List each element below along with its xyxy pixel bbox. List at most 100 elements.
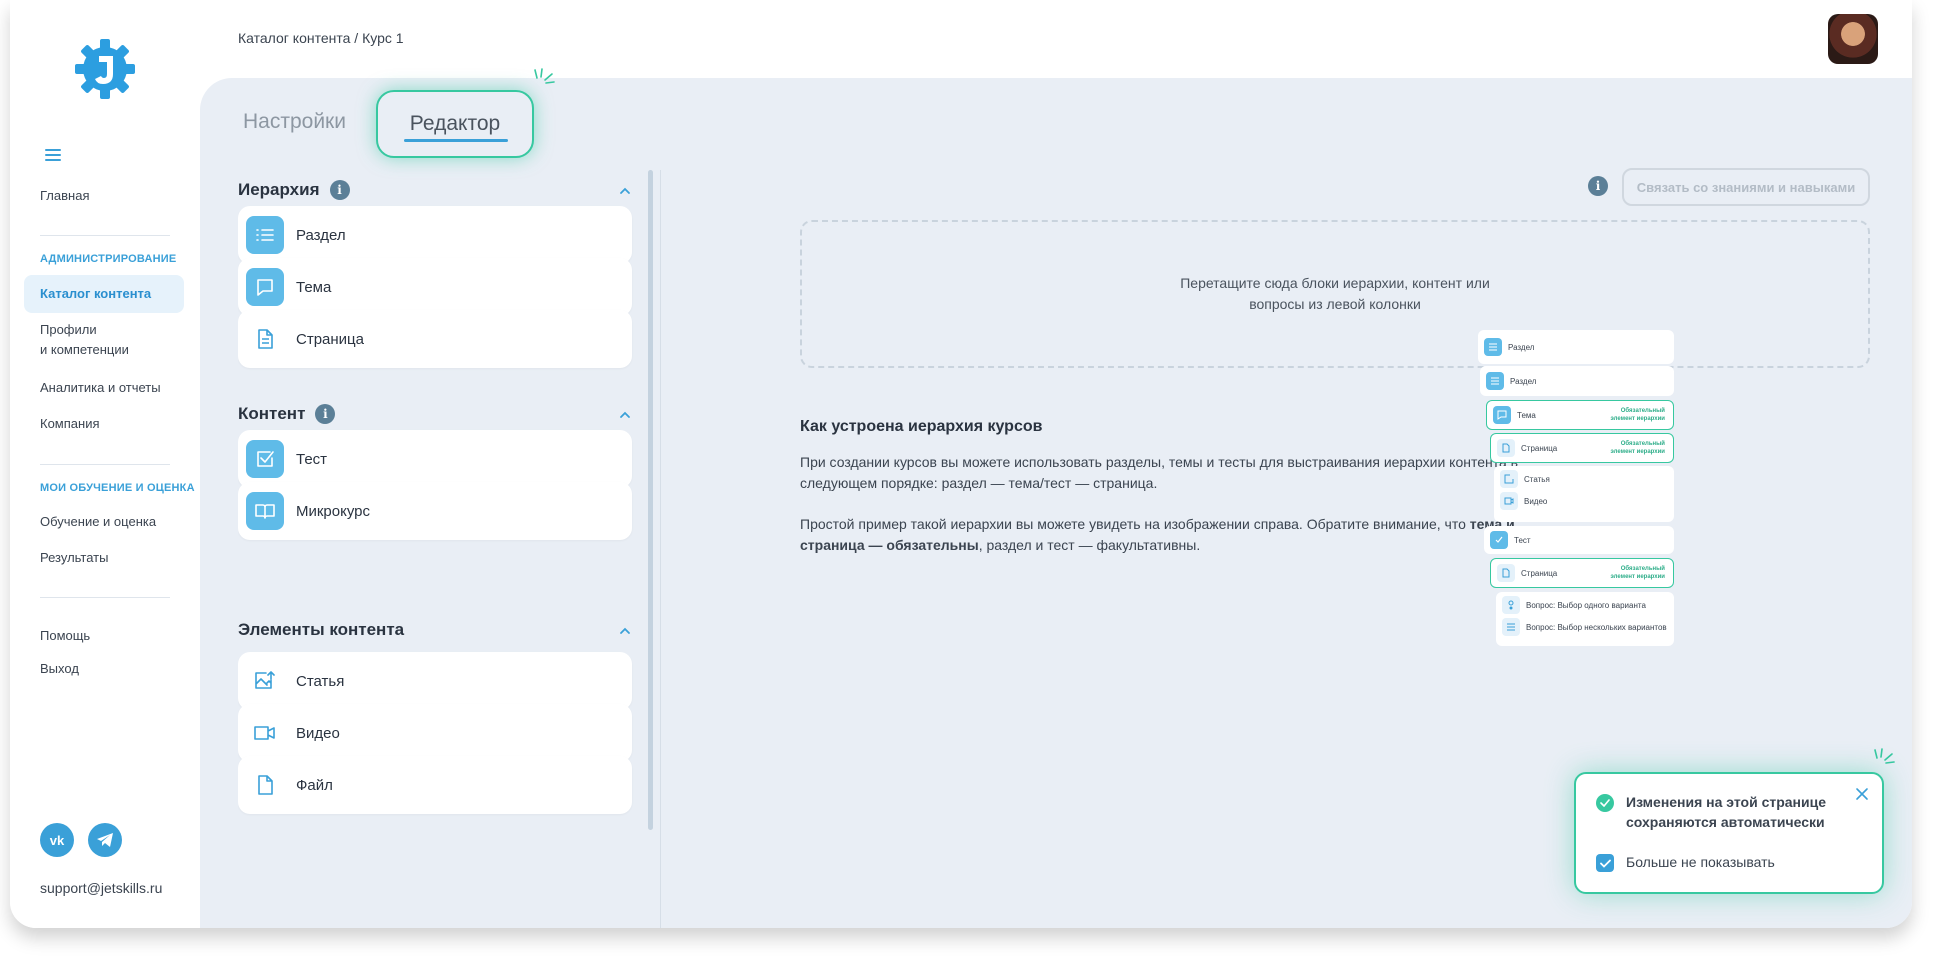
mini-row-question-single: Вопрос: Выбор одного варианта <box>1502 596 1646 614</box>
block-page-label: Страница <box>296 330 364 348</box>
how-p2-bold2: страница — обязательны <box>800 537 979 553</box>
block-test[interactable]: Тест <box>238 430 632 488</box>
block-file[interactable]: Файл <box>238 756 632 814</box>
mini-row-label: Видео <box>1524 496 1548 506</box>
document-icon <box>246 320 284 358</box>
sidebar-item-profiles-line1: Профили <box>40 322 97 337</box>
dont-show-checkbox[interactable] <box>1596 854 1614 872</box>
block-test-label: Тест <box>296 450 328 468</box>
how-paragraph-1: При создании курсов вы можете использова… <box>800 452 1600 494</box>
sidebar-divider <box>40 464 170 465</box>
sidebar-item-profiles[interactable]: Профили и компетенции <box>40 320 129 360</box>
toast-message-line1: Изменения на этой странице <box>1626 794 1827 810</box>
sparkle-icon <box>1874 748 1895 764</box>
list-icon <box>1502 618 1520 636</box>
drop-zone-line2: вопросы из левой колонки <box>1249 296 1421 312</box>
mini-row-label: Тема <box>1517 410 1536 420</box>
info-icon[interactable]: i <box>329 180 350 200</box>
checkmark-icon <box>1599 859 1611 868</box>
required-tag-line1: Обязательный <box>1620 566 1665 572</box>
book-icon <box>246 492 284 530</box>
mini-row-article: Статья <box>1500 470 1550 488</box>
how-paragraph-1-line1: При создании курсов вы можете использова… <box>800 454 1519 470</box>
blocks-panel: Иерархия i Раздел Тема Страница Контент … <box>238 160 648 928</box>
toast-message: Изменения на этой странице сохраняются а… <box>1626 792 1846 832</box>
block-file-label: Файл <box>296 776 333 794</box>
sidebar-item-company[interactable]: Компания <box>40 414 100 434</box>
header: Каталог контента / Курс 1 <box>200 0 1912 78</box>
mini-row-label: Статья <box>1524 474 1550 484</box>
panel-scrollbar[interactable] <box>648 170 653 830</box>
how-p2-rest: , раздел и тест — факультативны. <box>978 537 1201 553</box>
mini-row-section: Раздел <box>1480 366 1674 396</box>
block-section-label: Раздел <box>296 226 346 244</box>
article-image-icon <box>246 662 284 700</box>
required-tag: Обязательный элемент иерархии <box>1611 565 1666 581</box>
block-microcourse[interactable]: Микрокурс <box>238 482 632 540</box>
link-skills-button[interactable]: Связать со знаниями и навыками <box>1622 168 1870 206</box>
required-tag-line2: элемент иерархии <box>1610 574 1666 580</box>
tab-active-underline <box>404 139 508 142</box>
list-icon <box>1486 372 1504 390</box>
checkbox-icon <box>1490 531 1508 549</box>
sidebar-item-catalog[interactable]: Каталог контента <box>40 284 151 304</box>
how-title: Как устроена иерархия курсов <box>800 418 1043 435</box>
chevron-up-icon[interactable] <box>618 624 632 638</box>
sidebar-item-analytics[interactable]: Аналитика и отчеты <box>40 378 161 398</box>
tab-editor[interactable]: Редактор <box>376 90 534 158</box>
mini-row-label: Тест <box>1514 535 1531 545</box>
tab-settings[interactable]: Настройки <box>243 110 346 134</box>
sidebar-section-admin: АДМИНИСТРИРОВАНИЕ <box>40 253 177 265</box>
how-p2-text: Простой пример такой иерархии вы можете … <box>800 516 1470 532</box>
mini-row-label: Вопрос: Выбор нескольких вариантов <box>1526 622 1667 632</box>
info-icon[interactable]: i <box>315 404 336 424</box>
block-article[interactable]: Статья <box>238 652 632 710</box>
sidebar-divider <box>40 597 170 598</box>
group-content-label: Контент <box>238 404 306 423</box>
toast-message-line2: сохраняются автоматически <box>1626 814 1825 830</box>
block-article-label: Статья <box>296 672 345 690</box>
mini-row-label: Страница <box>1521 443 1558 453</box>
drop-zone[interactable]: Перетащите сюда блоки иерархии, контент … <box>800 220 1870 368</box>
telegram-icon[interactable] <box>88 823 122 857</box>
sidebar: Главная АДМИНИСТРИРОВАНИЕ Каталог контен… <box>10 0 200 928</box>
sidebar-item-learning[interactable]: Обучение и оценка <box>40 512 156 532</box>
block-video[interactable]: Видео <box>238 704 632 762</box>
close-icon[interactable] <box>1854 786 1870 802</box>
support-email[interactable]: support@jetskills.ru <box>40 880 162 896</box>
mini-row-questions: Вопрос: Выбор одного варианта Вопрос: Вы… <box>1496 592 1674 646</box>
checkbox-icon <box>246 440 284 478</box>
group-elements-title: Элементы контента <box>238 620 404 640</box>
mini-row-question-multi: Вопрос: Выбор нескольких вариантов <box>1502 618 1667 636</box>
how-paragraph-2: Простой пример такой иерархии вы можете … <box>800 514 1600 556</box>
radio-icon <box>1502 596 1520 614</box>
sidebar-item-home[interactable]: Главная <box>40 186 89 206</box>
video-camera-icon <box>1500 492 1518 510</box>
avatar[interactable] <box>1828 14 1878 64</box>
sidebar-item-help[interactable]: Помощь <box>40 626 90 646</box>
mini-row-label: Раздел <box>1508 342 1535 352</box>
chevron-up-icon[interactable] <box>618 408 632 422</box>
block-page[interactable]: Страница <box>238 310 632 368</box>
app-window: Главная АДМИНИСТРИРОВАНИЕ Каталог контен… <box>10 0 1912 928</box>
document-icon <box>1497 564 1515 582</box>
required-tag-line2: элемент иерархии <box>1610 449 1666 455</box>
sidebar-item-results[interactable]: Результаты <box>40 548 108 568</box>
vk-icon[interactable]: vk <box>40 823 74 857</box>
block-microcourse-label: Микрокурс <box>296 502 371 520</box>
menu-icon[interactable] <box>44 146 62 164</box>
dont-show-label[interactable]: Больше не показывать <box>1626 854 1775 870</box>
mini-row-label: Вопрос: Выбор одного варианта <box>1526 600 1646 610</box>
required-tag: Обязательный элемент иерархии <box>1611 407 1666 423</box>
info-icon[interactable]: i <box>1588 176 1608 196</box>
telegram-plane-icon <box>97 833 113 847</box>
chevron-up-icon[interactable] <box>618 184 632 198</box>
block-topic[interactable]: Тема <box>238 258 632 316</box>
mini-row-label: Страница <box>1521 568 1558 578</box>
sidebar-item-logout[interactable]: Выход <box>40 659 79 679</box>
group-hierarchy-label: Иерархия <box>238 180 320 199</box>
jetskills-logo-icon[interactable] <box>72 36 138 102</box>
block-section[interactable]: Раздел <box>238 206 632 264</box>
breadcrumb[interactable]: Каталог контента / Курс 1 <box>238 30 404 46</box>
mini-row-video: Видео <box>1500 492 1547 510</box>
